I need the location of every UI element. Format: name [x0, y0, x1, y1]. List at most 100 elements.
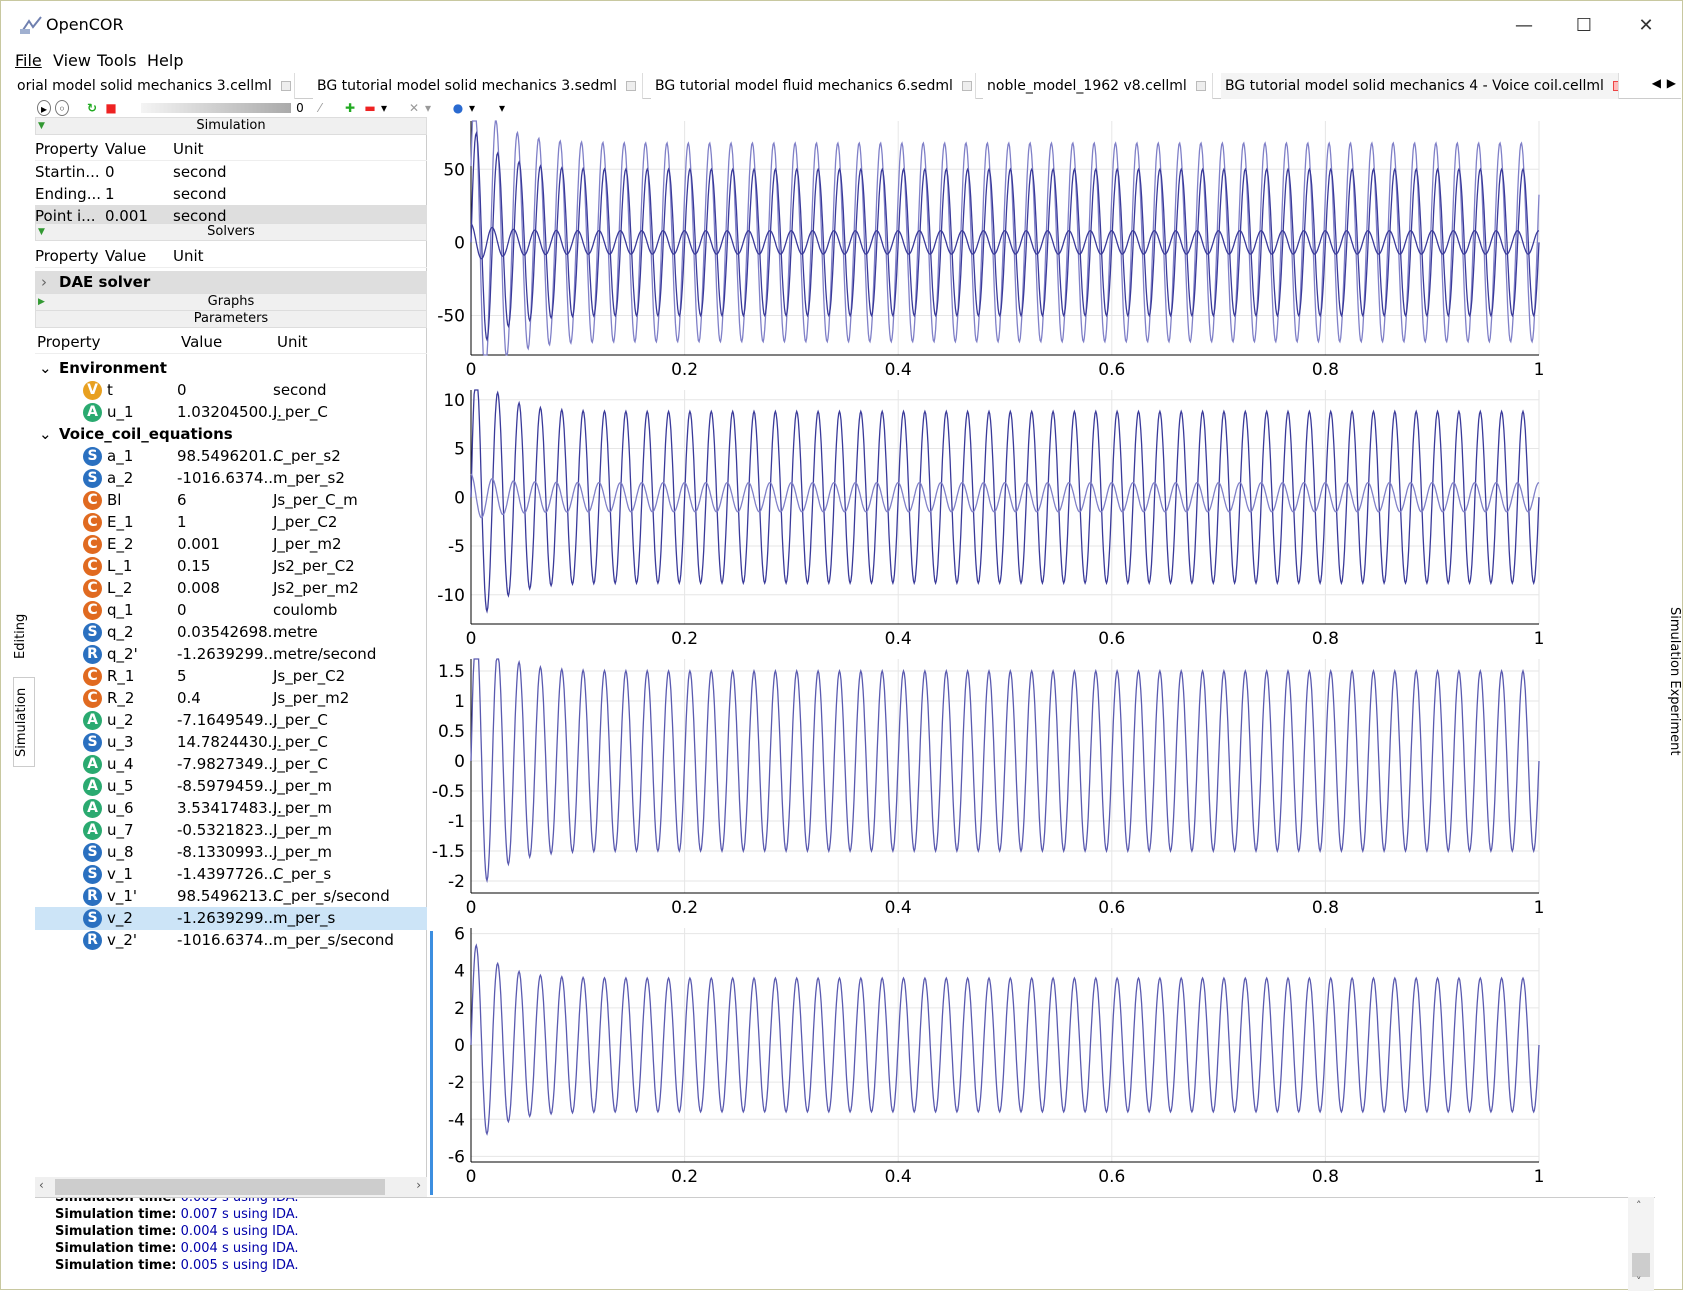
- parameter-row[interactable]: Au_2 -7.1649549... J_per_C: [35, 709, 427, 732]
- value-cell[interactable]: 1: [105, 183, 115, 206]
- parameter-group[interactable]: ⌄ Environment: [35, 357, 427, 380]
- close-button[interactable]: ✕: [1621, 9, 1671, 43]
- parameter-value[interactable]: -7.9827349...: [177, 753, 278, 776]
- parameter-value[interactable]: -1.4397726...: [177, 863, 278, 886]
- parameter-value[interactable]: -1016.6374...: [177, 467, 278, 490]
- parameter-value[interactable]: 98.5496201...: [177, 445, 282, 468]
- table-row[interactable]: Ending... 1 second: [35, 183, 427, 206]
- parameter-row[interactable]: Au_4 -7.9827349... J_per_C: [35, 753, 427, 776]
- maximize-button[interactable]: ☐: [1559, 9, 1609, 43]
- run-icon[interactable]: ▸: [37, 100, 51, 116]
- parameter-value[interactable]: -0.5321823...: [177, 819, 278, 842]
- tab-noble-model[interactable]: noble_model_1962 v8.cellml: [983, 73, 1213, 99]
- console-vertical-scrollbar[interactable]: ˄ ˅: [1628, 1197, 1654, 1291]
- parameter-row[interactable]: C Bl 6 Js_per_C_m: [35, 489, 427, 512]
- parameter-row[interactable]: Au_6 3.53417483... J_per_m: [35, 797, 427, 820]
- parameter-row[interactable]: Cq_1 0 coulomb: [35, 599, 427, 622]
- parameter-row[interactable]: Rv_2' -1016.6374... m_per_s/second: [35, 929, 427, 952]
- solvers-section-header[interactable]: ▼ Solvers: [35, 223, 427, 241]
- parameter-value[interactable]: -8.5979459...: [177, 775, 278, 798]
- parameter-value[interactable]: 0.15: [177, 555, 210, 578]
- tab-voice-coil-cellml[interactable]: BG tutorial model solid mechanics 4 - Vo…: [1221, 73, 1619, 99]
- parameter-row[interactable]: Vt 0 second: [35, 379, 427, 402]
- parameter-value[interactable]: 14.7824430...: [177, 731, 282, 754]
- chevron-down-icon[interactable]: ▾: [497, 100, 507, 116]
- chevron-down-icon[interactable]: ▾: [423, 100, 433, 116]
- minimize-button[interactable]: —: [1499, 9, 1549, 43]
- parameter-value[interactable]: -1.2639299...: [177, 643, 278, 666]
- tab-scroll-arrows-icon[interactable]: ◀ ▶: [1652, 76, 1677, 90]
- tab-fluid-mechanics-6-sedml[interactable]: BG tutorial model fluid mechanics 6.sedm…: [651, 73, 976, 99]
- add-graph-panel-icon[interactable]: ✚: [343, 100, 357, 116]
- chevron-down-icon[interactable]: ▾: [467, 100, 477, 116]
- parameter-row[interactable]: C L_2 0.008 Js2_per_m2: [35, 577, 427, 600]
- clear-icon[interactable]: ■: [105, 100, 117, 116]
- remove-graph-panel-icon[interactable]: ▬: [363, 100, 377, 116]
- chevron-down-icon[interactable]: ⌄: [39, 423, 52, 446]
- menu-file[interactable]: File: [15, 51, 42, 70]
- dae-solver-group[interactable]: › DAE solver: [35, 271, 427, 294]
- simulation-section-header[interactable]: ▼ Simulation: [35, 117, 427, 135]
- parameter-row[interactable]: Sv_2 -1.2639299... m_per_s: [35, 907, 427, 930]
- parameter-row[interactable]: Au_1 1.03204500... J_per_C: [35, 401, 427, 424]
- table-row[interactable]: Startin... 0 second: [35, 161, 427, 184]
- delay-slider[interactable]: [141, 103, 291, 113]
- parameter-value[interactable]: 1.03204500...: [177, 401, 282, 424]
- parameter-value[interactable]: 0.001: [177, 533, 220, 556]
- scroll-up-icon[interactable]: ˄: [1636, 1199, 1642, 1212]
- parameter-value[interactable]: -1.2639299...: [177, 907, 278, 930]
- tab-close-icon[interactable]: [1612, 81, 1618, 91]
- parameter-value[interactable]: -1016.6374...: [177, 929, 278, 952]
- scroll-down-icon[interactable]: ˅: [1636, 1275, 1642, 1288]
- pause-icon[interactable]: ◦: [55, 100, 69, 116]
- parameter-row[interactable]: Su_8 -8.1330993... J_per_m: [35, 841, 427, 864]
- parameter-row[interactable]: C L_1 0.15 Js2_per_C2: [35, 555, 427, 578]
- parameter-value[interactable]: -7.1649549...: [177, 709, 278, 732]
- wand-icon[interactable]: ⁄: [313, 100, 327, 116]
- chevron-down-icon[interactable]: ▾: [379, 100, 389, 116]
- tab-close-icon[interactable]: [961, 81, 972, 91]
- horizontal-scrollbar[interactable]: ‹ ›: [35, 1177, 427, 1197]
- tab-solid-mechanics-3-sedml[interactable]: BG tutorial model solid mechanics 3.sedm…: [313, 73, 643, 99]
- scroll-right-icon[interactable]: ›: [416, 1178, 421, 1192]
- parameter-row[interactable]: C R_1 5 Js_per_C2: [35, 665, 427, 688]
- parameter-value[interactable]: 3.53417483...: [177, 797, 282, 820]
- parameter-group[interactable]: ⌄ Voice_coil_equations: [35, 423, 427, 446]
- parameter-value[interactable]: 0.008: [177, 577, 220, 600]
- parameter-value[interactable]: 0: [177, 599, 187, 622]
- parameter-row[interactable]: Su_3 14.7824430... J_per_C: [35, 731, 427, 754]
- parameter-value[interactable]: -8.1330993...: [177, 841, 278, 864]
- tab-editing[interactable]: Editing: [13, 601, 35, 671]
- parameter-row[interactable]: C E_1 1 J_per_C2: [35, 511, 427, 534]
- tab-solid-mechanics-3-cellml[interactable]: orial model solid mechanics 3.cellml: [13, 73, 295, 99]
- parameter-row[interactable]: Rv_1' 98.5496213... C_per_s/second: [35, 885, 427, 908]
- tab-close-icon[interactable]: [280, 81, 291, 91]
- parameter-value[interactable]: 1: [177, 511, 187, 534]
- menu-tools[interactable]: Tools: [97, 51, 136, 70]
- parameter-row[interactable]: Sq_2 0.03542698... metre: [35, 621, 427, 644]
- globe-icon[interactable]: ●: [451, 100, 465, 116]
- chevron-down-icon[interactable]: ⌄: [39, 357, 52, 380]
- parameters-section-header[interactable]: Parameters: [35, 310, 427, 328]
- parameter-value[interactable]: 5: [177, 665, 187, 688]
- expand-arrow-icon[interactable]: ›: [41, 271, 47, 294]
- tab-simulation[interactable]: Simulation: [13, 677, 35, 767]
- parameter-row[interactable]: Sa_1 98.5496201... C_per_s2: [35, 445, 427, 468]
- parameter-row[interactable]: C R_2 0.4 Js_per_m2: [35, 687, 427, 710]
- menu-help[interactable]: Help: [147, 51, 183, 70]
- parameter-value[interactable]: 98.5496213...: [177, 885, 282, 908]
- tab-close-icon[interactable]: [625, 81, 636, 91]
- value-cell[interactable]: 0: [105, 161, 115, 184]
- menu-view[interactable]: View: [53, 51, 91, 70]
- parameter-row[interactable]: Au_7 -0.5321823... J_per_m: [35, 819, 427, 842]
- parameter-row[interactable]: Au_5 -8.5979459... J_per_m: [35, 775, 427, 798]
- graph-panels[interactable]: 500-500 0.2 0.4 0.6 0.8 11050-5-100 0.2 0.4 0.6 0…: [429, 117, 1655, 1195]
- tab-close-icon[interactable]: [1195, 81, 1206, 91]
- sedml-export-icon[interactable]: ✕: [407, 100, 421, 116]
- parameter-row[interactable]: C E_2 0.001 J_per_m2: [35, 533, 427, 556]
- scrollbar-thumb[interactable]: [55, 1179, 385, 1195]
- graphs-section-header[interactable]: ▶ Graphs: [35, 293, 427, 311]
- reset-icon[interactable]: ↻: [85, 100, 99, 116]
- parameter-value[interactable]: 0.4: [177, 687, 201, 710]
- parameter-row[interactable]: Rq_2' -1.2639299... metre/second: [35, 643, 427, 666]
